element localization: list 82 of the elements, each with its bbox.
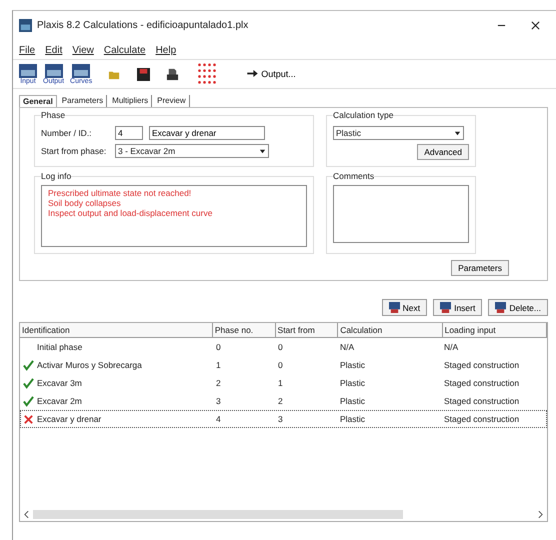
table-row[interactable]: Initial phase 0 0 N/A N/A: [20, 338, 547, 356]
menu-item[interactable]: Help: [156, 45, 176, 56]
start-phase-dropdown[interactable]: 3 - Excavar 2m: [115, 144, 269, 158]
group-title: Phase: [41, 110, 66, 120]
group-title: Calculation type: [333, 110, 394, 120]
table-cell-text: Initial phase: [36, 342, 84, 352]
menu-item[interactable]: View: [72, 45, 94, 56]
caret-icon: [454, 130, 461, 136]
table-cell-text: 0: [215, 342, 222, 352]
table-cell-text: 1: [277, 378, 284, 388]
scroll-right-icon[interactable]: [538, 510, 543, 518]
output-button[interactable]: Output...: [241, 68, 302, 80]
table-cell-text: Excavar 3m: [36, 378, 83, 388]
table-row[interactable]: Excavar 3m 2 1 Plastic Staged construction: [20, 374, 547, 392]
log-message: Prescribed ultimate state not reached!: [48, 188, 192, 198]
phase-icon: [495, 302, 506, 313]
check-icon: [22, 378, 34, 388]
table-cell-text: Staged construction: [443, 414, 520, 424]
table-cell-text: 1: [215, 360, 222, 370]
group-title: Comments: [333, 171, 374, 181]
table-cell-text: Plastic: [339, 414, 366, 424]
table-row[interactable]: Excavar y drenar 4 3 Plastic Staged construction: [20, 410, 547, 428]
phase-action-button[interactable]: Insert: [433, 299, 482, 316]
table-cell-text: 0: [277, 360, 284, 370]
cross-icon: [22, 414, 34, 424]
table-cell-text: Plastic: [339, 378, 366, 388]
field-label: Number / ID.:: [41, 128, 93, 138]
caret-icon: [259, 148, 266, 154]
table-cell-text: Staged construction: [443, 378, 520, 388]
menu-item[interactable]: Edit: [45, 45, 62, 56]
menu-item[interactable]: Calculate: [104, 45, 146, 56]
tab[interactable]: Preview: [154, 95, 190, 107]
tab[interactable]: Parameters: [58, 95, 108, 107]
table-cell-text: 2: [215, 378, 222, 388]
check-icon: [22, 360, 34, 370]
parameters-button[interactable]: Parameters: [451, 260, 509, 276]
tab[interactable]: General: [19, 95, 57, 107]
check-icon: [22, 396, 34, 406]
menu-item[interactable]: File: [19, 45, 36, 56]
close-icon[interactable]: [531, 20, 540, 30]
window-title: Plaxis 8.2 Calculations - edificioapuntalado1.plx: [37, 20, 248, 30]
column-header[interactable]: Start from: [276, 323, 338, 337]
log-message: Soil body collapses: [48, 198, 122, 208]
table-cell-text: 4: [215, 414, 222, 424]
save-icon[interactable]: [137, 68, 150, 80]
column-header[interactable]: Loading input: [442, 323, 547, 337]
table-cell-text: Staged construction: [443, 360, 520, 370]
column-header[interactable]: Phase no.: [212, 323, 276, 337]
table-cell-text: 3: [215, 396, 222, 406]
arrow-icon: [247, 70, 258, 77]
table-cell-text: N/A: [443, 342, 460, 352]
table-cell-text: Plastic: [339, 360, 366, 370]
table-cell-text: Excavar y drenar: [36, 414, 102, 424]
print-icon[interactable]: [166, 68, 180, 80]
calculation-type-dropdown[interactable]: Plastic: [333, 126, 464, 140]
table-cell-text: Staged construction: [443, 396, 520, 406]
table-cell-text: Activar Muros y Sobrecarga: [36, 360, 143, 370]
log-message: Inspect output and load-displacement curve: [48, 208, 214, 218]
app-icon: [19, 18, 32, 32]
points-icon[interactable]: [197, 62, 218, 86]
column-header[interactable]: Identification: [20, 323, 213, 337]
field-label: Start from phase:: [41, 146, 108, 156]
column-header[interactable]: Calculation: [338, 323, 443, 337]
group-title: Log info: [41, 171, 72, 181]
phase-action-button[interactable]: Next: [382, 299, 428, 316]
table-row[interactable]: Activar Muros y Sobrecarga 1 0 Plastic Staged construction: [20, 356, 547, 374]
table-row[interactable]: Excavar 2m 3 2 Plastic Staged construction: [20, 392, 547, 410]
id-field[interactable]: Excavar y drenar: [149, 126, 265, 140]
advanced-button[interactable]: Advanced: [417, 144, 469, 160]
table-cell-text: Excavar 2m: [36, 396, 83, 406]
comments-field[interactable]: [333, 185, 469, 243]
table-cell-text: 3: [277, 414, 284, 424]
scroll-left-icon[interactable]: [24, 510, 29, 518]
table-cell-text: 0: [277, 342, 284, 352]
number-field[interactable]: 4: [115, 126, 143, 140]
phase-action-button[interactable]: Delete...: [488, 299, 548, 316]
table-cell-text: 2: [277, 396, 284, 406]
tab[interactable]: Multipliers: [109, 95, 152, 107]
table-cell-text: N/A: [339, 342, 356, 352]
table-cell-text: Plastic: [339, 396, 366, 406]
phase-icon: [440, 302, 452, 313]
phase-icon: [388, 302, 400, 313]
